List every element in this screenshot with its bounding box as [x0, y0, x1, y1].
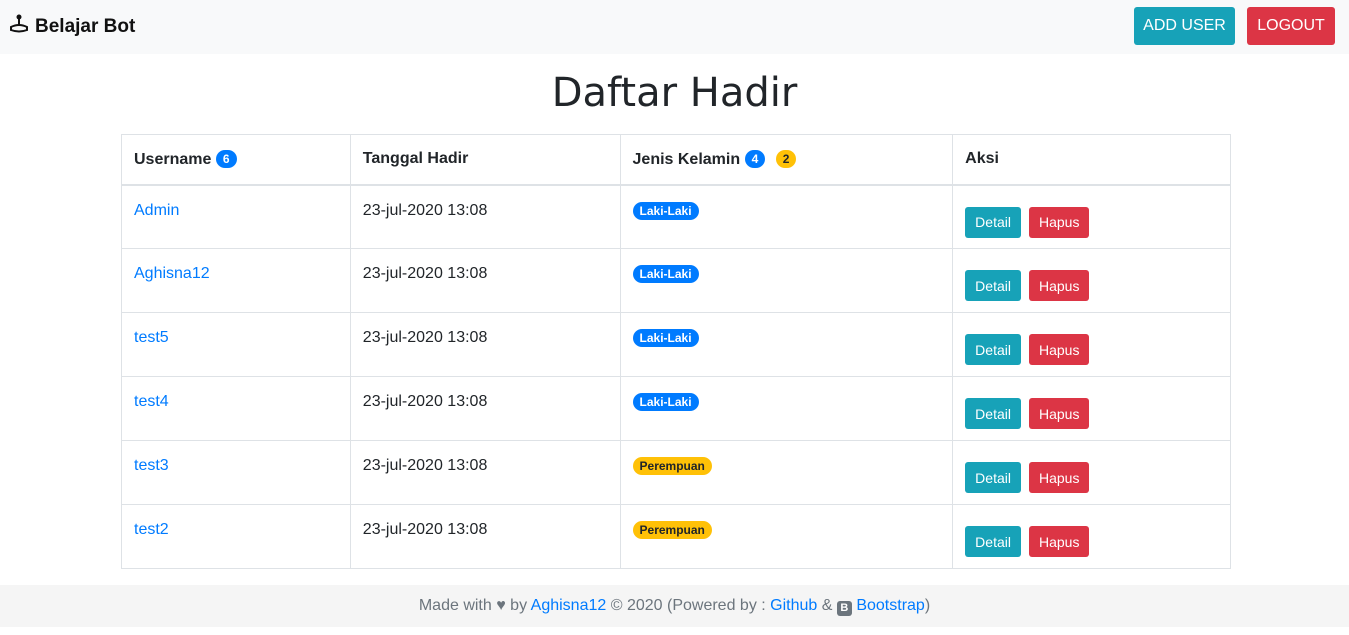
joystick-icon: [9, 14, 29, 40]
action-buttons: Detail Hapus: [965, 334, 1218, 365]
gender-badge: Perempuan: [632, 457, 712, 475]
cell-tanggal: 23-jul-2020 13:08: [349, 376, 621, 441]
detail-button[interactable]: Detail: [965, 462, 1021, 493]
username-link[interactable]: test3: [134, 457, 169, 474]
cell-gender: Laki-Laki: [619, 312, 954, 377]
github-link[interactable]: Github: [770, 597, 817, 614]
cell-gender: Laki-Laki: [619, 376, 954, 441]
action-buttons: Detail Hapus: [965, 462, 1218, 493]
username-link[interactable]: test5: [134, 329, 169, 346]
cell-gender: Laki-Laki: [619, 184, 954, 249]
gender-badge: Perempuan: [632, 521, 712, 539]
username-link[interactable]: Aghisna12: [134, 265, 210, 282]
cell-username: Aghisna12: [121, 248, 351, 313]
hapus-button[interactable]: Hapus: [1028, 526, 1090, 557]
cell-tanggal: 23-jul-2020 13:08: [349, 312, 621, 377]
footer: Made with ♥ by Aghisna12 © 2020 (Powered…: [0, 585, 1349, 627]
cell-username: test5: [121, 312, 351, 377]
table-header-row: Username 6 Tanggal Hadir Jenis Kelamin 4…: [121, 134, 1231, 186]
cell-gender: Perempuan: [619, 504, 954, 569]
username-link[interactable]: test2: [134, 521, 169, 538]
detail-button[interactable]: Detail: [965, 270, 1021, 301]
hapus-button[interactable]: Hapus: [1028, 462, 1090, 493]
detail-button[interactable]: Detail: [965, 398, 1021, 429]
action-buttons: Detail Hapus: [965, 398, 1218, 429]
action-buttons: Detail Hapus: [965, 526, 1218, 557]
gender-badge: Laki-Laki: [632, 265, 699, 283]
logout-button[interactable]: LOGOUT: [1247, 7, 1335, 45]
table-row: test2 23-jul-2020 13:08 Perempuan Detail…: [121, 504, 1231, 569]
cell-aksi: Detail Hapus: [952, 440, 1231, 505]
cell-username: Admin: [121, 184, 351, 249]
brand-label: Belajar Bot: [35, 16, 136, 37]
table-row: Aghisna12 23-jul-2020 13:08 Laki-Laki De…: [121, 248, 1231, 313]
author-link[interactable]: Aghisna12: [531, 597, 607, 614]
cell-aksi: Detail Hapus: [952, 184, 1231, 249]
gender-badge: Laki-Laki: [632, 201, 699, 220]
hapus-button[interactable]: Hapus: [1028, 206, 1090, 238]
cell-tanggal: 23-jul-2020 13:08: [349, 248, 621, 313]
detail-button[interactable]: Detail: [965, 206, 1021, 238]
detail-button[interactable]: Detail: [965, 526, 1021, 557]
action-buttons: Detail Hapus: [965, 206, 1218, 238]
table-row: test3 23-jul-2020 13:08 Perempuan Detail…: [121, 440, 1231, 505]
cell-username: test3: [121, 440, 351, 505]
navbar: Belajar Bot ADD USER LOGOUT: [0, 0, 1349, 54]
brand[interactable]: Belajar Bot: [9, 14, 135, 40]
cell-tanggal: 23-jul-2020 13:08: [349, 440, 621, 505]
header-tanggal: Tanggal Hadir: [349, 134, 621, 186]
cell-tanggal: 23-jul-2020 13:08: [349, 504, 621, 569]
table-row: Admin 23-jul-2020 13:08 Laki-Laki Detail…: [121, 184, 1231, 249]
detail-button[interactable]: Detail: [965, 334, 1021, 365]
hapus-button[interactable]: Hapus: [1028, 270, 1090, 301]
hapus-button[interactable]: Hapus: [1028, 398, 1090, 429]
heart-icon: ♥: [496, 597, 506, 614]
table-row: test4 23-jul-2020 13:08 Laki-Laki Detail…: [121, 376, 1231, 441]
bootstrap-icon: B: [836, 601, 852, 616]
cell-aksi: Detail Hapus: [952, 248, 1231, 313]
username-count-badge: 6: [215, 149, 237, 168]
cell-username: test2: [121, 504, 351, 569]
gender-badge: Laki-Laki: [632, 393, 699, 411]
cell-aksi: Detail Hapus: [952, 504, 1231, 569]
perempuan-count-badge: 2: [775, 149, 797, 168]
cell-aksi: Detail Hapus: [952, 376, 1231, 441]
header-aksi: Aksi: [952, 134, 1231, 186]
bootstrap-link[interactable]: Bootstrap: [856, 597, 924, 614]
action-buttons: Detail Hapus: [965, 270, 1218, 301]
laki-count-badge: 4: [744, 149, 766, 168]
header-username: Username 6: [121, 134, 351, 186]
hapus-button[interactable]: Hapus: [1028, 334, 1090, 365]
username-link[interactable]: Admin: [134, 202, 179, 219]
page-title: Daftar Hadir: [551, 70, 798, 116]
cell-username: test4: [121, 376, 351, 441]
cell-gender: Laki-Laki: [619, 248, 954, 313]
header-jenis-kelamin: Jenis Kelamin 4 2: [619, 134, 954, 186]
cell-aksi: Detail Hapus: [952, 312, 1231, 377]
table-row: test5 23-jul-2020 13:08 Laki-Laki Detail…: [121, 312, 1231, 377]
gender-badge: Laki-Laki: [632, 329, 699, 347]
cell-gender: Perempuan: [619, 440, 954, 505]
cell-tanggal: 23-jul-2020 13:08: [349, 184, 621, 249]
attendance-table: Username 6 Tanggal Hadir Jenis Kelamin 4…: [121, 134, 1231, 569]
add-user-button[interactable]: ADD USER: [1134, 7, 1235, 45]
username-link[interactable]: test4: [134, 393, 169, 410]
